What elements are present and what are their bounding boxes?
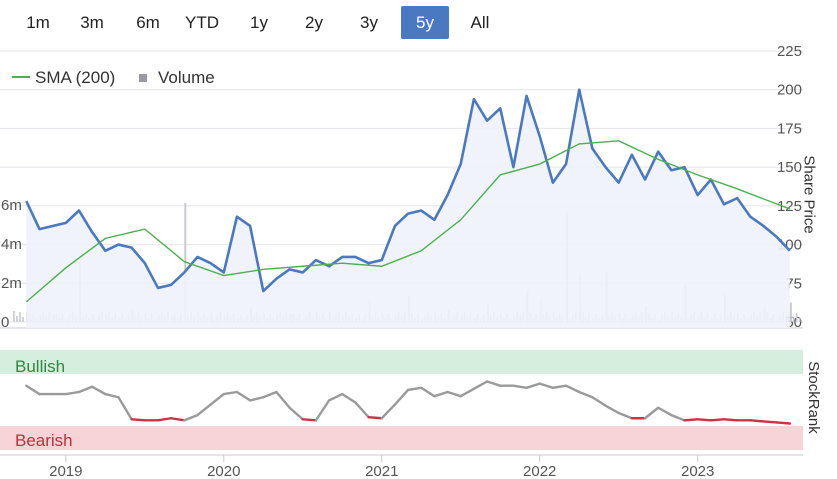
stockrank-segment	[262, 390, 278, 399]
bearish-band	[0, 426, 803, 450]
stockrank-segment	[775, 421, 792, 425]
stockrank-segment	[762, 420, 778, 424]
stockrank-segment	[420, 386, 436, 398]
stockrank-segment	[485, 380, 502, 387]
volume-bar	[13, 311, 15, 322]
volume-tick-label: 2m	[1, 275, 22, 292]
legend-volume-label: Volume	[158, 68, 215, 87]
stockrank-segment	[354, 401, 370, 419]
price-tick-label: 200	[777, 82, 802, 99]
stockrank-segment	[578, 390, 594, 399]
x-tick-label: 2020	[207, 463, 240, 479]
price-tick-label: 225	[777, 43, 802, 60]
x-tick-label: 2021	[365, 463, 398, 479]
volume-bar	[22, 317, 24, 322]
price-tick-label: 150	[777, 159, 802, 176]
stockrank-segment	[341, 392, 357, 404]
volume-bar	[795, 313, 798, 322]
bullish-label: Bullish	[15, 357, 65, 376]
stockrank-segment	[591, 396, 607, 407]
stockrank-segment	[209, 392, 225, 406]
stockrank-segment	[406, 386, 423, 392]
stockrank-segment	[446, 390, 462, 398]
bearish-label: Bearish	[15, 431, 73, 450]
stockrank-segment	[525, 382, 541, 389]
price-chart: 22520017515012510075506m4m2m0SMA (200) Vo…	[0, 43, 803, 479]
stockrank-segment	[156, 417, 173, 422]
volume-tick-label: 0	[1, 314, 9, 331]
stockrank-segment	[551, 384, 568, 389]
bullish-band	[0, 350, 803, 374]
stockrank-axis-title: StockRank	[804, 361, 822, 434]
stockrank-segment	[25, 384, 41, 396]
stockrank-segment	[538, 382, 555, 389]
volume-bar	[798, 318, 801, 322]
stockrank-segment	[472, 380, 489, 391]
stockrank-segment	[169, 417, 186, 422]
stockrank-segment	[617, 411, 634, 420]
price-area	[26, 89, 790, 328]
stockrank-segment	[367, 416, 383, 420]
stockrank-segment	[275, 390, 291, 409]
x-tick-label: 2022	[523, 463, 556, 479]
volume-bar	[16, 316, 18, 322]
stockrank-segment	[301, 418, 318, 422]
x-tick-label: 2023	[681, 463, 714, 479]
stockrank-segment	[433, 390, 449, 398]
price-tick-label: 175	[777, 120, 802, 137]
legend-volume-swatch	[139, 74, 147, 82]
x-tick-label: 2019	[49, 463, 82, 479]
stockrank-segment	[248, 396, 265, 402]
stockrank-segment	[222, 390, 239, 396]
stockrank-segment	[327, 392, 344, 402]
stockrank-segment	[130, 418, 147, 422]
stockrank-segment	[196, 403, 212, 417]
stockrank-segment	[656, 406, 673, 417]
stockrank-segment	[604, 404, 620, 415]
stockrank-segment	[722, 418, 739, 422]
stockrank-segment	[104, 392, 120, 399]
stockrank-segment	[512, 384, 528, 389]
stockrank-segment	[235, 390, 252, 402]
stockrank-segment	[64, 390, 81, 396]
stockrank-segment	[696, 418, 713, 422]
stockrank-segment	[77, 385, 94, 394]
share-price-axis-title: Share Price	[800, 155, 818, 234]
volume-bar	[792, 317, 795, 322]
price-tick-label: 125	[777, 198, 802, 215]
stockrank-segment	[749, 419, 765, 423]
stockrank-segment	[643, 406, 660, 420]
stockrank-segment	[564, 384, 581, 394]
stockrank-segment	[314, 399, 331, 422]
volume-tick-label: 6m	[1, 197, 22, 214]
volume-bar	[19, 312, 21, 322]
stockrank-segment	[709, 418, 726, 422]
volume-bar	[789, 302, 792, 322]
stockrank-segment	[90, 385, 107, 396]
stockrank-segment	[288, 406, 304, 421]
stockrank-segment	[380, 403, 397, 420]
legend-sma-label: SMA (200)	[35, 68, 115, 87]
stockrank-segment	[183, 413, 199, 422]
stockrank-segment	[393, 388, 410, 406]
stockrank-segment	[683, 418, 699, 422]
volume-tick-label: 4m	[1, 236, 22, 253]
stockrank-segment	[459, 387, 476, 398]
stockrank-segment	[117, 396, 133, 421]
stockrank-segment	[670, 413, 686, 422]
